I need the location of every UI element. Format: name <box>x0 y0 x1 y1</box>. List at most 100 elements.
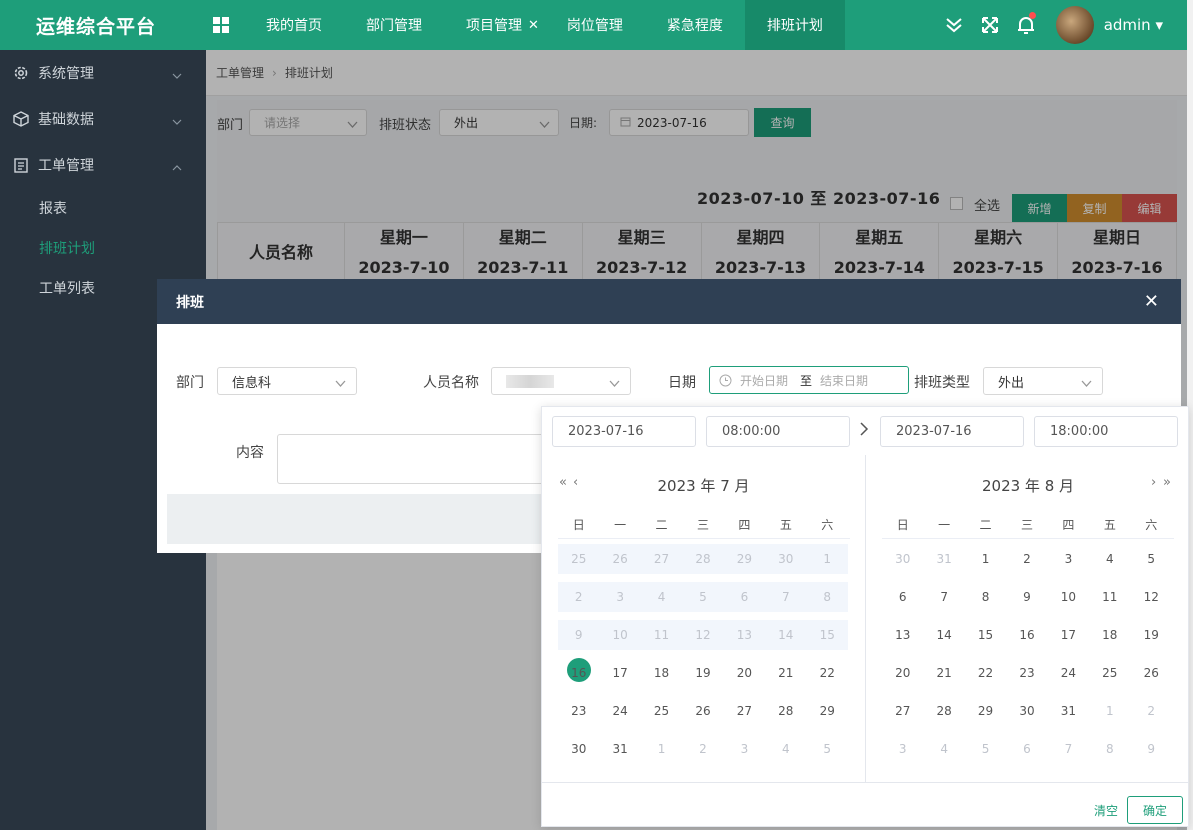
grid-menu-icon[interactable] <box>206 0 236 50</box>
bell-icon[interactable] <box>1008 0 1044 50</box>
calendar-day[interactable]: 3 <box>1048 544 1089 574</box>
sidebar-item-basic-data[interactable]: 基础数据 <box>0 96 206 142</box>
calendar-day[interactable]: 4 <box>765 734 806 764</box>
calendar-day[interactable]: 18 <box>641 658 682 688</box>
calendar-day[interactable]: 1 <box>1089 696 1130 726</box>
next-year-icon[interactable]: » <box>1163 475 1171 490</box>
calendar-day[interactable]: 14 <box>923 620 964 650</box>
calendar-day[interactable]: 11 <box>1089 582 1130 612</box>
calendar-day[interactable]: 23 <box>1006 658 1047 688</box>
close-icon[interactable]: ✕ <box>1144 291 1159 312</box>
calendar-day[interactable]: 31 <box>923 544 964 574</box>
calendar-day[interactable]: 5 <box>682 582 723 612</box>
avatar[interactable] <box>1055 6 1094 44</box>
calendar-day[interactable]: 19 <box>682 658 723 688</box>
calendar-day[interactable]: 9 <box>1131 734 1172 764</box>
sidebar-item-report[interactable]: 报表 <box>0 188 206 228</box>
calendar-day[interactable]: 3 <box>724 734 765 764</box>
calendar-day[interactable]: 26 <box>1131 658 1172 688</box>
calendar-day[interactable]: 5 <box>965 734 1006 764</box>
calendar-day[interactable]: 6 <box>1006 734 1047 764</box>
date-range-input[interactable]: 开始日期 至 结束日期 <box>709 366 909 394</box>
tab-schedule[interactable]: 排班计划 <box>744 0 845 50</box>
tab-dept[interactable]: 部门管理 <box>344 0 444 50</box>
fullscreen-icon[interactable] <box>972 0 1008 50</box>
calendar-day[interactable]: 1 <box>641 734 682 764</box>
calendar-day[interactable]: 13 <box>882 620 923 650</box>
calendar-day[interactable]: 22 <box>807 658 848 688</box>
start-time-input[interactable]: 08:00:00 <box>706 416 850 447</box>
chevrons-down-icon[interactable] <box>936 0 972 50</box>
calendar-day[interactable]: 8 <box>965 582 1006 612</box>
start-date-input[interactable]: 2023-07-16 <box>552 416 696 447</box>
calendar-day[interactable]: 21 <box>765 658 806 688</box>
calendar-day[interactable]: 15 <box>807 620 848 650</box>
end-time-input[interactable]: 18:00:00 <box>1034 416 1178 447</box>
tab-urgency[interactable]: 紧急程度 <box>645 0 745 50</box>
calendar-day[interactable]: 27 <box>724 696 765 726</box>
calendar-day[interactable]: 16 <box>1006 620 1047 650</box>
calendar-day[interactable]: 1 <box>807 544 848 574</box>
user-menu[interactable]: admin ▾ <box>1104 16 1163 34</box>
calendar-day[interactable]: 11 <box>641 620 682 650</box>
calendar-day[interactable]: 4 <box>923 734 964 764</box>
content-textarea[interactable] <box>277 434 577 484</box>
calendar-day[interactable]: 4 <box>641 582 682 612</box>
calendar-day[interactable]: 29 <box>807 696 848 726</box>
confirm-button[interactable]: 确定 <box>1127 796 1183 824</box>
calendar-day[interactable]: 30 <box>558 734 599 764</box>
calendar-day[interactable]: 29 <box>724 544 765 574</box>
calendar-day[interactable]: 2 <box>682 734 723 764</box>
calendar-day[interactable]: 5 <box>1131 544 1172 574</box>
calendar-day[interactable]: 2 <box>1006 544 1047 574</box>
calendar-day[interactable]: 30 <box>1006 696 1047 726</box>
calendar-day[interactable]: 22 <box>965 658 1006 688</box>
calendar-day[interactable]: 17 <box>599 658 640 688</box>
calendar-day[interactable]: 29 <box>965 696 1006 726</box>
calendar-day[interactable]: 3 <box>599 582 640 612</box>
calendar-day[interactable]: 15 <box>965 620 1006 650</box>
clear-button[interactable]: 清空 <box>1094 802 1118 819</box>
calendar-day[interactable]: 7 <box>923 582 964 612</box>
calendar-day[interactable]: 20 <box>724 658 765 688</box>
calendar-day[interactable]: 31 <box>599 734 640 764</box>
calendar-day[interactable]: 31 <box>1048 696 1089 726</box>
calendar-day[interactable]: 2 <box>558 582 599 612</box>
calendar-day[interactable]: 10 <box>1048 582 1089 612</box>
calendar-day[interactable]: 6 <box>724 582 765 612</box>
calendar-day[interactable]: 6 <box>882 582 923 612</box>
calendar-day[interactable]: 26 <box>599 544 640 574</box>
end-date-input[interactable]: 2023-07-16 <box>880 416 1024 447</box>
calendar-day[interactable]: 5 <box>807 734 848 764</box>
calendar-day[interactable]: 28 <box>765 696 806 726</box>
calendar-day[interactable]: 13 <box>724 620 765 650</box>
sidebar-item-system[interactable]: 系统管理 <box>0 50 206 96</box>
calendar-day[interactable]: 30 <box>882 544 923 574</box>
person-select[interactable] <box>491 367 631 395</box>
calendar-day[interactable]: 9 <box>558 620 599 650</box>
calendar-day[interactable]: 3 <box>882 734 923 764</box>
tab-home[interactable]: 我的首页 <box>244 0 344 50</box>
calendar-day[interactable]: 4 <box>1089 544 1130 574</box>
calendar-day[interactable]: 2 <box>1131 696 1172 726</box>
type-select[interactable]: 外出 <box>983 367 1103 395</box>
calendar-day[interactable]: 17 <box>1048 620 1089 650</box>
close-icon[interactable]: ✕ <box>528 18 539 33</box>
calendar-day[interactable]: 23 <box>558 696 599 726</box>
calendar-day[interactable]: 28 <box>682 544 723 574</box>
calendar-day[interactable]: 25 <box>641 696 682 726</box>
dept-select[interactable]: 信息科 <box>217 367 357 395</box>
calendar-day[interactable]: 8 <box>807 582 848 612</box>
calendar-day[interactable]: 8 <box>1089 734 1130 764</box>
calendar-day[interactable]: 24 <box>1048 658 1089 688</box>
calendar-day[interactable]: 10 <box>599 620 640 650</box>
calendar-day[interactable]: 12 <box>682 620 723 650</box>
calendar-day[interactable]: 26 <box>682 696 723 726</box>
calendar-day[interactable]: 25 <box>558 544 599 574</box>
calendar-day[interactable]: 9 <box>1006 582 1047 612</box>
calendar-day[interactable]: 21 <box>923 658 964 688</box>
calendar-day[interactable]: 30 <box>765 544 806 574</box>
calendar-day[interactable]: 7 <box>765 582 806 612</box>
calendar-day[interactable]: 24 <box>599 696 640 726</box>
calendar-day[interactable]: 18 <box>1089 620 1130 650</box>
